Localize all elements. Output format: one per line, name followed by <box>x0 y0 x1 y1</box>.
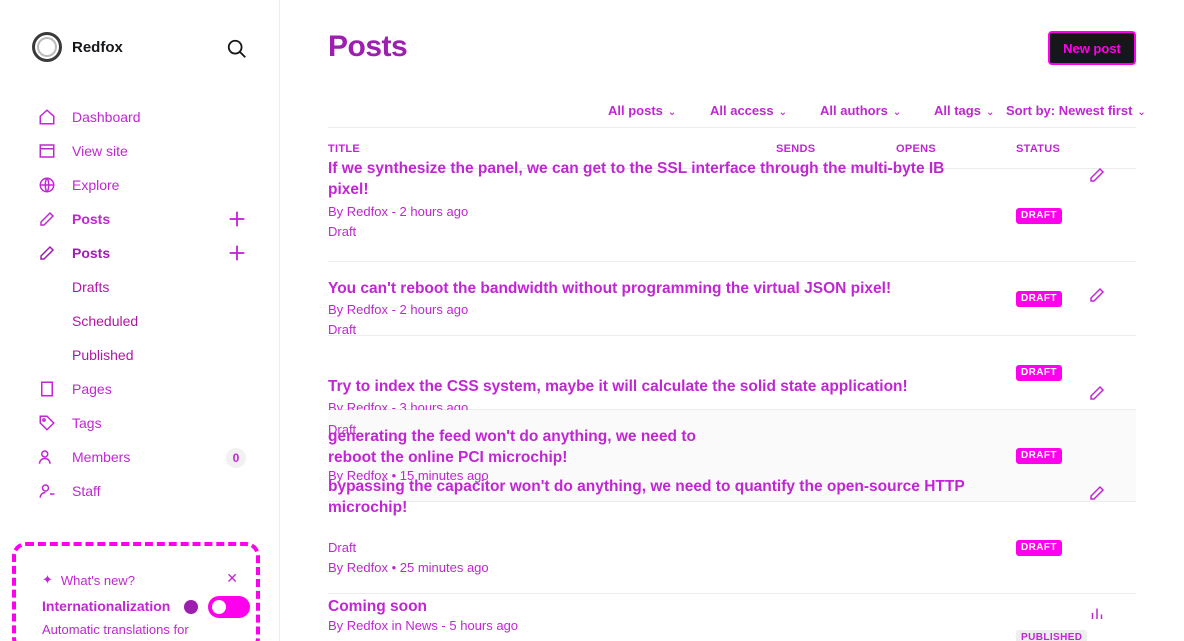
post-meta: By Redfox - 2 hours ago <box>328 204 469 219</box>
table-row[interactable]: Try to index the CSS system, maybe it wi… <box>328 336 1136 415</box>
whats-new-title: Internationalization <box>42 598 171 614</box>
nav-explore[interactable]: Explore <box>36 168 256 202</box>
col-title: TITLE <box>328 143 361 155</box>
brand-name: Redfox <box>72 38 123 56</box>
nav-posts-label: Posts <box>72 211 111 227</box>
sort-dropdown[interactable]: Sort by: Newest first ⌄ <box>1006 103 1146 118</box>
status-badge: DRAFT <box>1016 291 1062 307</box>
chevron-down-icon: ⌄ <box>1137 107 1146 118</box>
filter-posts-label: All posts <box>608 103 663 118</box>
filter-posts[interactable]: All posts ⌄ <box>608 103 676 118</box>
table-row[interactable]: bypassing the capacitor won't do anythin… <box>328 478 1136 594</box>
search-icon[interactable] <box>226 38 248 60</box>
pencil-icon[interactable] <box>1088 166 1106 184</box>
filter-authors[interactable]: All authors ⌄ <box>820 103 901 118</box>
filter-access-label: All access <box>710 103 774 118</box>
status-badge: DRAFT <box>1016 208 1062 224</box>
table-row[interactable]: Coming soon By Redfox in News - 5 hours … <box>328 594 1136 641</box>
whats-new-header: ✦ What's new? <box>42 572 135 588</box>
brand[interactable]: Redfox <box>32 32 123 62</box>
status-dot <box>184 600 198 614</box>
nav-scheduled[interactable]: Scheduled <box>36 304 256 338</box>
filter-tags-label: All tags <box>934 103 981 118</box>
status-badge: DRAFT <box>1016 365 1062 381</box>
nav-posts-secondary-label: Posts <box>72 245 111 261</box>
sparkle-icon: ✦ <box>42 572 53 587</box>
nav-staff[interactable]: Staff <box>36 474 256 508</box>
filter-access[interactable]: All access ⌄ <box>710 103 787 118</box>
nav-posts-secondary[interactable]: Posts <box>36 236 256 270</box>
col-sends: SENDS <box>776 143 816 155</box>
sort-label: Sort by: Newest first <box>1006 103 1133 118</box>
chevron-down-icon: ⌄ <box>985 107 995 118</box>
nav-explore-label: Explore <box>72 177 120 193</box>
main-nav: Dashboard View site Explore Posts Posts … <box>36 100 256 508</box>
new-post-button[interactable]: New post <box>1048 31 1136 65</box>
add-post-icon[interactable] <box>226 242 248 264</box>
tag-icon <box>36 412 58 434</box>
post-status: Draft <box>328 540 357 555</box>
chevron-down-icon: ⌄ <box>892 107 902 118</box>
col-status: STATUS <box>1016 143 1061 155</box>
post-title: Coming soon <box>328 598 428 615</box>
feature-toggle[interactable] <box>208 596 250 618</box>
post-title: Try to index the CSS system, maybe it wi… <box>328 378 908 395</box>
members-count: 0 <box>226 448 246 468</box>
close-icon[interactable]: ✕ <box>226 570 238 587</box>
nav-view-site-label: View site <box>72 143 128 159</box>
chevron-down-icon: ⌄ <box>778 107 787 118</box>
nav-members[interactable]: Members 0 <box>36 440 256 474</box>
browser-icon <box>36 140 58 162</box>
main-content: Posts New post All posts ⌄ All access ⌄ Al… <box>280 0 1184 641</box>
home-icon <box>36 106 58 128</box>
globe-icon <box>36 174 58 196</box>
nav-pages[interactable]: Pages <box>36 372 256 406</box>
nav-tags[interactable]: Tags <box>36 406 256 440</box>
whats-new-heading: What's new? <box>60 572 135 588</box>
nav-dashboard[interactable]: Dashboard <box>36 100 256 134</box>
nav-dashboard-label: Dashboard <box>72 109 141 125</box>
nav-tags-label: Tags <box>72 415 102 431</box>
col-opens: OPENS <box>896 143 937 155</box>
post-title: generating the feed won't do anything, w… <box>328 428 696 466</box>
table-row[interactable]: You can't reboot the bandwidth without p… <box>328 262 1136 337</box>
nav-posts[interactable]: Posts <box>36 202 256 236</box>
edit-icon <box>36 242 58 264</box>
nav-members-label: Members <box>72 449 131 465</box>
status-badge: PUBLISHED <box>1016 630 1088 641</box>
site-logo <box>32 32 62 62</box>
page-icon <box>36 378 58 400</box>
post-status: Draft <box>328 322 357 337</box>
nav-drafts[interactable]: Drafts <box>36 270 256 304</box>
nav-pages-label: Pages <box>72 381 112 397</box>
post-title: bypassing the capacitor won't do anythin… <box>328 478 965 516</box>
sidebar: Redfox Dashboard View site Explore Posts… <box>0 0 280 641</box>
filter-authors-label: All authors <box>820 103 888 118</box>
post-meta: By Redfox • 25 minutes ago <box>328 560 489 575</box>
pencil-icon[interactable] <box>1088 484 1106 502</box>
status-badge: DRAFT <box>1016 540 1062 556</box>
nav-view-site[interactable]: View site <box>36 134 256 168</box>
whats-new-card[interactable]: ✦ What's new? ✕ Internationalization Aut… <box>12 542 260 641</box>
table-row[interactable]: If we synthesize the panel, we can get t… <box>328 160 1136 262</box>
chevron-down-icon: ⌄ <box>667 107 677 118</box>
filter-tags[interactable]: All tags ⌄ <box>934 103 994 118</box>
members-icon <box>36 446 58 468</box>
edit-icon <box>36 208 58 230</box>
bar-chart-icon[interactable] <box>1088 604 1106 622</box>
post-title: You can't reboot the bandwidth without p… <box>328 280 892 297</box>
post-title: If we synthesize the panel, we can get t… <box>328 160 945 198</box>
whats-new-description: Automatic translations for <box>42 622 189 637</box>
pencil-icon[interactable] <box>1088 384 1106 402</box>
nav-staff-label: Staff <box>72 483 101 499</box>
add-post-icon[interactable] <box>226 208 248 230</box>
pencil-icon[interactable] <box>1088 286 1106 304</box>
staff-icon <box>36 480 58 502</box>
post-meta: By Redfox in News - 5 hours ago <box>328 618 519 633</box>
status-badge: DRAFT <box>1016 448 1062 464</box>
page-title: Posts <box>328 30 408 63</box>
nav-published[interactable]: Published <box>36 338 256 372</box>
post-status: Draft <box>328 224 357 239</box>
post-meta: By Redfox - 2 hours ago <box>328 302 469 317</box>
